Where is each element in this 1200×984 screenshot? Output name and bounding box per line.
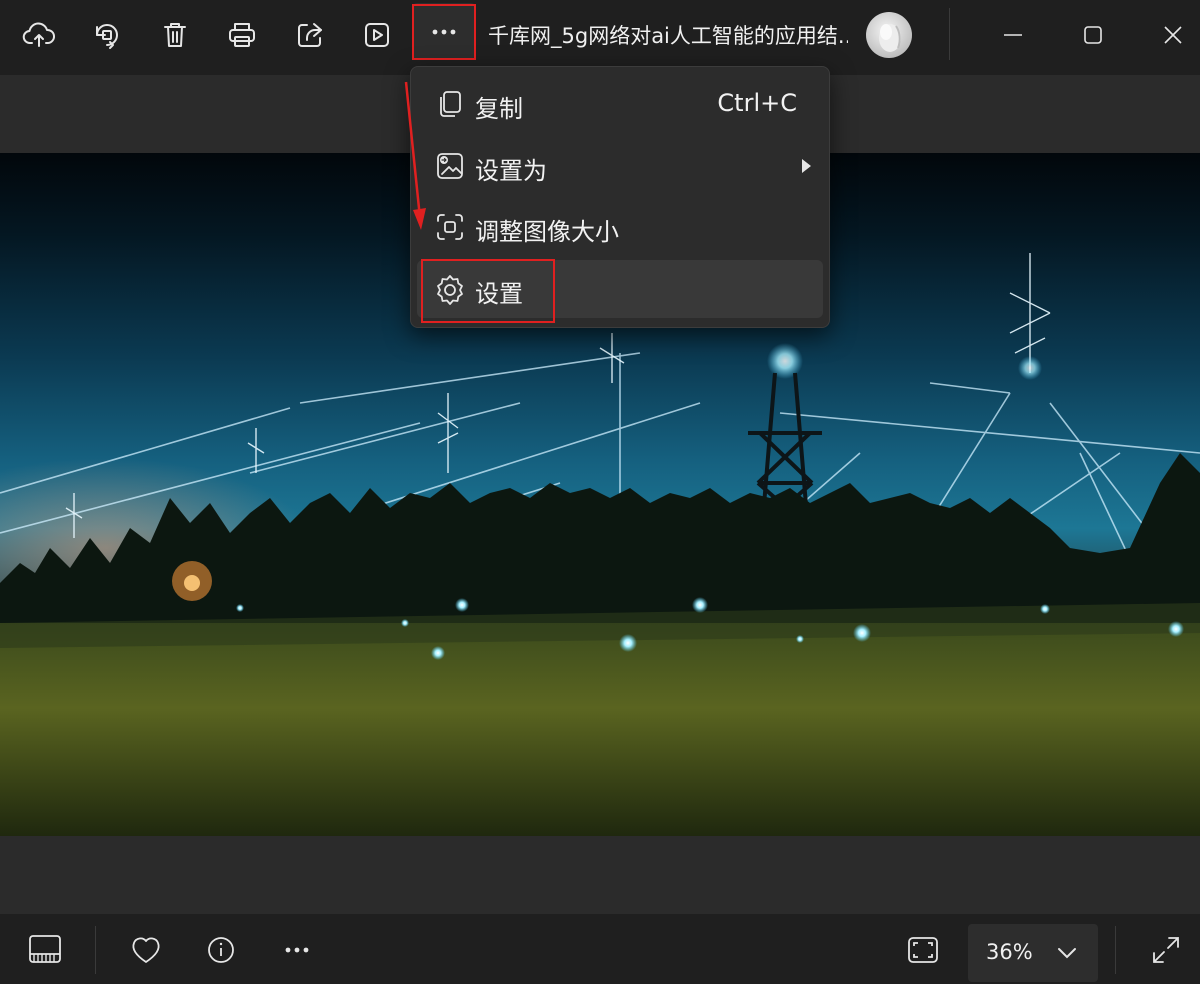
window-title: 千库网_5g网络对ai人工智能的应用结...: [488, 24, 848, 48]
menu-item-label: 复制: [475, 95, 523, 123]
cloud-upload-button[interactable]: [16, 12, 62, 58]
menu-item-set-as[interactable]: 设置为: [417, 137, 823, 195]
share-button[interactable]: [287, 12, 333, 58]
zoom-dropdown[interactable]: 36%: [968, 924, 1098, 982]
more-bottom-button[interactable]: [277, 930, 317, 970]
rotate-button[interactable]: [84, 12, 130, 58]
print-button[interactable]: [219, 12, 265, 58]
maximize-button[interactable]: [1070, 12, 1116, 58]
avatar[interactable]: [866, 12, 912, 58]
menu-item-settings[interactable]: 设置: [417, 260, 823, 318]
delete-button[interactable]: [152, 12, 198, 58]
menu-item-label: 设置: [475, 280, 523, 308]
canvas-padding-bottom: [0, 836, 1200, 914]
resize-icon: [437, 214, 463, 240]
minimize-button[interactable]: [990, 12, 1036, 58]
more-icon: [285, 947, 309, 953]
slideshow-icon: [365, 23, 389, 47]
menu-item-resize[interactable]: 调整图像大小: [417, 198, 823, 256]
more-options-button[interactable]: [412, 3, 476, 60]
more-options-menu: 复制 Ctrl+C 设置为 调整图像大小 设置: [410, 66, 830, 328]
delete-icon: [164, 23, 186, 47]
print-icon: [229, 23, 255, 47]
favorite-button[interactable]: [126, 930, 166, 970]
filmstrip-button[interactable]: [25, 930, 65, 970]
copy-icon: [440, 91, 461, 117]
cloud-upload-icon: [22, 22, 55, 47]
menu-item-label: 调整图像大小: [475, 218, 619, 246]
avatar-image: [879, 24, 901, 52]
top-toolbar: 千库网_5g网络对ai人工智能的应用结...: [0, 0, 1200, 75]
bottom-divider: [1115, 926, 1116, 974]
fullscreen-button[interactable]: [1146, 930, 1186, 970]
zoom-level: 36%: [986, 940, 1033, 964]
fit-screen-icon: [908, 937, 938, 963]
menu-item-label: 设置为: [475, 157, 547, 185]
close-icon: [1164, 26, 1182, 44]
filmstrip-icon: [29, 935, 61, 963]
slideshow-button[interactable]: [354, 12, 400, 58]
fit-to-window-button[interactable]: [903, 930, 943, 970]
menu-item-shortcut: Ctrl+C: [717, 89, 797, 117]
heart-icon: [132, 937, 160, 963]
fullscreen-icon: [1153, 937, 1179, 963]
share-icon: [298, 23, 322, 47]
titlebar-divider: [949, 8, 950, 60]
minimize-icon: [1004, 34, 1022, 36]
info-icon: [208, 937, 234, 963]
gear-icon: [437, 275, 463, 305]
set-as-icon: [437, 153, 463, 179]
chevron-right-icon: [802, 159, 811, 173]
chevron-down-icon: [1058, 948, 1076, 959]
rotate-icon: [96, 24, 118, 49]
info-button[interactable]: [201, 930, 241, 970]
bottom-divider: [95, 926, 96, 974]
menu-item-copy[interactable]: 复制 Ctrl+C: [417, 75, 823, 133]
annotation-arrow: [404, 81, 426, 230]
close-button[interactable]: [1150, 12, 1196, 58]
maximize-icon: [1084, 26, 1102, 44]
bottom-toolbar: 36%: [0, 914, 1200, 984]
more-icon: [432, 29, 456, 34]
